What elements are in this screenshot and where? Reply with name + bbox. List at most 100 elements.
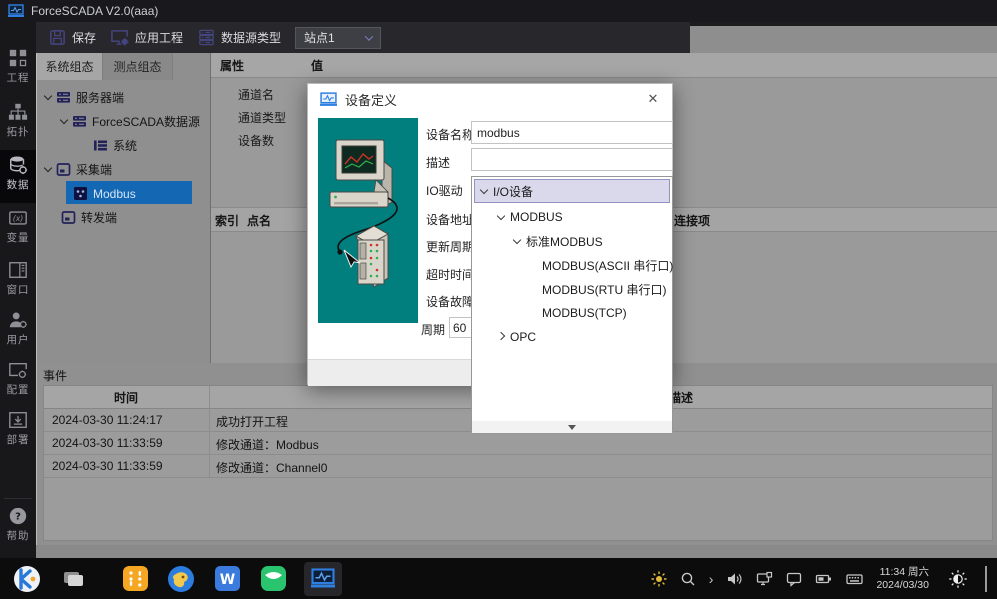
col-index: 索引 xyxy=(215,212,239,229)
property-row-channel-name[interactable]: 通道名 xyxy=(238,86,274,103)
notifications-button[interactable] xyxy=(786,571,802,587)
tab-point-config[interactable]: 测点组态 xyxy=(103,53,173,80)
event-row[interactable]: 2024-03-30 11:33:59 修改通道：Channel0 xyxy=(44,455,992,478)
brightness-sun-icon xyxy=(651,571,667,587)
chevron-down-icon xyxy=(365,32,373,40)
io-driver-label: IO驱动 xyxy=(426,182,463,199)
site-select-dropdown[interactable]: 站点1 xyxy=(295,27,381,49)
tree-item-server-side[interactable]: 服务器端 xyxy=(45,86,124,109)
launcher-icon xyxy=(13,565,41,593)
rail-item-help[interactable]: ? 帮助 xyxy=(0,506,36,543)
datasource-type-button[interactable]: 数据源类型 xyxy=(197,28,281,47)
event-description: 成功打开工程 xyxy=(216,413,288,430)
config-icon xyxy=(8,360,28,380)
night-mode-button[interactable] xyxy=(948,569,968,589)
tree-item-collector-side[interactable]: 采集端 xyxy=(45,158,112,181)
volume-button[interactable] xyxy=(726,571,743,587)
tree-item-label: 系统 xyxy=(113,137,137,154)
modbus-device-icon xyxy=(73,186,88,201)
apply-project-label: 应用工程 xyxy=(135,29,183,46)
deploy-icon xyxy=(8,410,28,430)
tray-expand-button[interactable]: › xyxy=(709,571,714,587)
tree-item-system[interactable]: 系统 xyxy=(93,134,137,157)
device-address-label: 设备地址 xyxy=(426,211,474,228)
rail-item-topology[interactable]: 拓扑 xyxy=(0,102,36,139)
tree-item-forwarder-side[interactable]: 转发端 xyxy=(61,206,117,229)
rail-item-data[interactable]: 数据 xyxy=(0,155,36,192)
taskbar-clock[interactable]: 11:34 周六 2024/03/30 xyxy=(876,566,929,592)
datasource-type-icon xyxy=(197,28,216,47)
event-time: 2024-03-30 11:33:59 xyxy=(52,436,163,450)
driver-item-standard-modbus[interactable]: 标准MODBUS xyxy=(474,229,670,253)
rail-item-user[interactable]: 用户 xyxy=(0,310,36,347)
device-wizard-artwork xyxy=(318,118,418,323)
software-center-button[interactable] xyxy=(120,564,150,594)
svg-text:W: W xyxy=(219,572,234,588)
col-time: 时间 xyxy=(114,389,138,406)
forcescada-taskbar-button[interactable] xyxy=(304,562,342,596)
keyboard-icon xyxy=(846,571,863,587)
rail-label: 窗口 xyxy=(1,281,35,296)
driver-item-modbus-rtu[interactable]: MODBUS(RTU 串行口) xyxy=(474,277,670,301)
col-value: 值 xyxy=(311,57,323,74)
description-input[interactable] xyxy=(471,148,673,171)
tree-item-label: 采集端 xyxy=(76,161,112,178)
apply-project-button[interactable]: 应用工程 xyxy=(110,28,183,47)
file-manager-button[interactable] xyxy=(58,564,88,594)
system-tree-panel: 系统组态 测点组态 服务器端 ForceSCADA数据源 系统 xyxy=(36,53,210,363)
driver-item-opc[interactable]: OPC xyxy=(474,325,670,349)
input-method-button[interactable] xyxy=(846,571,863,587)
driver-item-modbus[interactable]: MODBUS xyxy=(474,205,670,229)
wps-office-button[interactable]: W xyxy=(212,564,242,594)
browser-button[interactable] xyxy=(166,564,196,594)
chevron-down-icon xyxy=(44,164,52,172)
rail-label: 拓扑 xyxy=(1,123,35,138)
messenger-button[interactable] xyxy=(258,564,288,594)
rail-item-variable[interactable]: (x) 变量 xyxy=(0,208,36,245)
property-row-device-count[interactable]: 设备数 xyxy=(238,132,274,149)
show-desktop-button[interactable] xyxy=(985,566,987,592)
search-button[interactable] xyxy=(680,571,696,587)
toolbar-right-filler xyxy=(690,26,997,53)
property-header-row: 属性 值 xyxy=(211,53,997,78)
driver-item-label: 标准MODBUS xyxy=(526,233,603,250)
dropdown-scroll-down[interactable] xyxy=(472,421,672,433)
tree-item-forcescada-datasource[interactable]: ForceSCADA数据源 xyxy=(61,110,200,133)
dialog-title: 设备定义 xyxy=(345,90,397,109)
driver-item-modbus-tcp[interactable]: MODBUS(TCP) xyxy=(474,301,670,325)
site-selected-value: 站点1 xyxy=(304,29,335,46)
battery-button[interactable] xyxy=(815,571,833,587)
rail-label: 帮助 xyxy=(1,527,35,542)
chevron-right-icon xyxy=(497,331,505,339)
app-logo-icon xyxy=(8,4,24,18)
window-icon xyxy=(8,260,28,280)
driver-item-modbus-ascii[interactable]: MODBUS(ASCII 串行口) xyxy=(474,253,670,277)
driver-item-io-device[interactable]: I/O设备 xyxy=(474,179,670,203)
rail-item-window[interactable]: 窗口 xyxy=(0,260,36,297)
rail-item-project[interactable]: 工程 xyxy=(0,48,36,85)
tree-item-label: 转发端 xyxy=(81,209,117,226)
tree-item-modbus[interactable]: Modbus xyxy=(73,182,136,205)
event-description: 修改通道：Modbus xyxy=(216,436,319,453)
launcher-button[interactable] xyxy=(12,564,42,594)
browser-icon xyxy=(167,565,195,593)
rail-item-deploy[interactable]: 部署 xyxy=(0,410,36,447)
dialog-close-button[interactable]: ✕ xyxy=(644,90,662,108)
save-button[interactable]: 保存 xyxy=(48,28,96,47)
rail-divider xyxy=(4,498,32,499)
tab-system-config[interactable]: 系统组态 xyxy=(37,53,103,80)
event-row[interactable]: 2024-03-30 11:33:59 修改通道：Modbus xyxy=(44,432,992,455)
property-row-channel-type[interactable]: 通道类型 xyxy=(238,109,286,126)
clock-time: 11:34 周六 xyxy=(876,566,929,579)
display-settings-button[interactable] xyxy=(756,571,773,587)
tree-item-label: ForceSCADA数据源 xyxy=(92,113,200,130)
brightness-button[interactable] xyxy=(651,571,667,587)
speaker-icon xyxy=(726,571,743,587)
device-definition-dialog: 设备定义 ✕ 设备名称 描述 xyxy=(307,83,673,385)
chat-bubble-icon xyxy=(786,571,802,587)
device-name-input[interactable] xyxy=(471,121,673,144)
chevron-down-icon xyxy=(513,235,521,243)
rail-item-config[interactable]: 配置 xyxy=(0,360,36,397)
terminal-icon xyxy=(56,162,71,177)
clock-date: 2024/03/30 xyxy=(876,579,929,592)
